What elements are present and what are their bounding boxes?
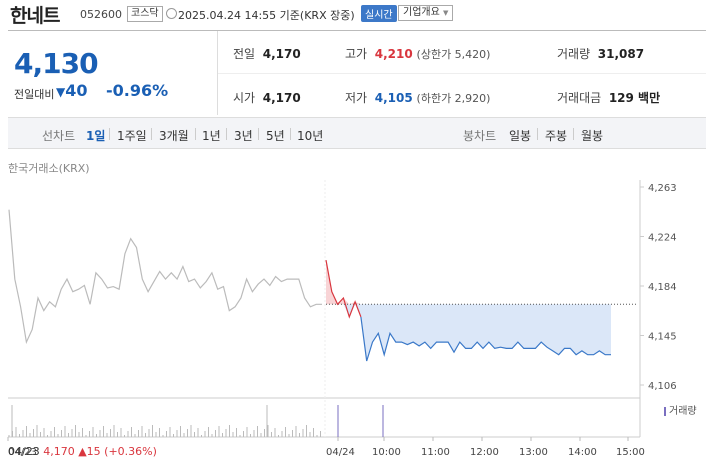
prev-day-summary: 04/23 4,170 ▲15 (+0.36%) [8, 445, 157, 458]
y-tick-label: 4,184 [648, 282, 677, 293]
prev-change: 15 [86, 445, 101, 458]
x-tick-label: 04/24 [326, 447, 355, 458]
x-tick-label: 12:00 [470, 447, 499, 458]
above-ref-fill [326, 260, 611, 305]
price-chart: 4,263 4,224 4,184 4,145 4,106 04/23 04/24 10:00… [7, 180, 677, 458]
y-tick-label: 4,263 [648, 183, 677, 194]
y-tick-label: 4,106 [648, 381, 677, 392]
today-up-line [325, 259, 362, 319]
x-tick-label: 14:00 [568, 447, 597, 458]
y-tick-label: 4,145 [648, 332, 677, 343]
prev-day-line [8, 209, 322, 345]
prev-price: 4,170 [43, 445, 75, 458]
x-tick-label: 11:00 [421, 447, 450, 458]
x-tick-label: 13:00 [519, 447, 548, 458]
prev-pct: (+0.36%) [104, 445, 157, 458]
volume-legend: 거래량 [664, 402, 697, 417]
y-tick-label: 4,224 [648, 233, 677, 244]
prev-date: 04/23 [8, 445, 40, 458]
up-triangle-icon: ▲ [78, 445, 87, 458]
volume-legend-label: 거래량 [669, 406, 697, 417]
x-tick-label: 15:00 [616, 447, 645, 458]
volume-legend-swatch [664, 406, 666, 416]
x-tick-label: 10:00 [372, 447, 401, 458]
